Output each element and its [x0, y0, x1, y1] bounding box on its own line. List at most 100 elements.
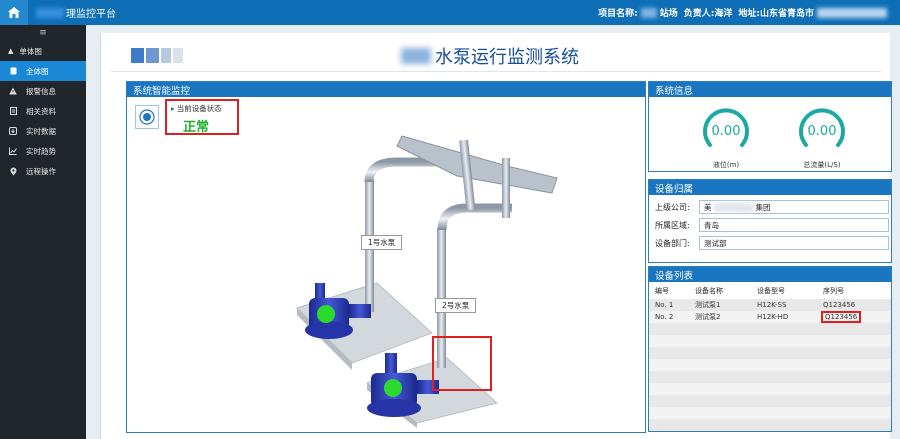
page-title: 水泵运行监测系统 — [401, 45, 579, 68]
sidebar-item-label: 全体图 — [26, 66, 49, 76]
smart-monitor-panel: 系统智能监控 ▸ 当前设备状态 正常 1号水泵 2号水泵 — [126, 81, 646, 433]
device-table: 编号 设备名称 设备型号 序列号 No. 1 测试泵1 H12K-SS Q123… — [649, 283, 891, 431]
sidebar-item-label: 实时趋势 — [26, 146, 56, 156]
sidebar-item-realtime-trend[interactable]: 实时趋势 — [0, 141, 86, 161]
column-header: 设备名称 — [695, 287, 723, 295]
cell-id: No. 2 — [655, 313, 674, 321]
empty-row — [649, 359, 891, 371]
sidebar-item-alarm-info[interactable]: 报警信息 — [0, 81, 86, 101]
device-status-label: ▸ 当前设备状态 — [171, 104, 222, 113]
page-title-text: 水泵运行监测系统 — [435, 47, 579, 68]
sidebar-toggle-button[interactable]: ≡ — [0, 25, 86, 41]
pump1-tag[interactable]: 1号水泵 — [361, 235, 403, 250]
table-row[interactable]: No. 2 测试泵2 H12K-HD Q123456 — [649, 311, 891, 323]
cell-model: H12K-HD — [757, 313, 789, 321]
device-status-box: ▸ 当前设备状态 正常 — [165, 99, 239, 135]
empty-row — [649, 371, 891, 383]
region-input[interactable]: 青岛 — [699, 218, 889, 232]
sidebar-item-overall-view[interactable]: 全体图 — [0, 61, 86, 81]
column-header: 设备型号 — [757, 287, 785, 295]
pump-illustration: 1号水泵 2号水泵 — [257, 118, 627, 428]
pump2-tag[interactable]: 2号水泵 — [435, 298, 477, 313]
location-icon — [8, 167, 18, 176]
redacted-block — [401, 48, 431, 64]
empty-row — [649, 407, 891, 419]
line-chart-icon — [8, 147, 18, 155]
owner-name: 海洋 — [714, 9, 733, 19]
department-field: 设备部门: 测试部 — [655, 236, 889, 250]
platform-title-text: 理监控平台 — [66, 9, 116, 20]
sidebar-item-label: 实时数据 — [26, 126, 56, 136]
empty-row — [649, 335, 891, 347]
pump1-status-indicator — [317, 305, 335, 323]
gauge-value: 0.00 — [711, 124, 741, 139]
redacted-block — [36, 7, 64, 18]
project-label: 项目名称: — [598, 9, 638, 19]
status-target-icon[interactable] — [135, 105, 159, 129]
panel-title: 设备归属 — [649, 180, 891, 195]
document-icon — [8, 67, 18, 75]
system-info-panel: 系统信息 0.00 液位(m) 0.00 总流量(L/S) — [648, 81, 892, 172]
sidebar: ≡ ▲ 单体图 全体图 报警信息 相关资料 实时数据 实时趋势 远程操作 — [0, 25, 86, 439]
download-icon — [8, 127, 18, 135]
warning-icon — [8, 87, 18, 95]
dashboard-canvas: 水泵运行监测系统 系统智能监控 ▸ 当前设备状态 正常 1号水泵 2号水泵 系统… — [100, 33, 892, 439]
cell-name: 测试泵2 — [695, 313, 721, 321]
panel-title: 系统信息 — [649, 82, 891, 97]
cell-model: H12K-SS — [757, 301, 787, 309]
chevron-up-icon: ▲ — [8, 47, 14, 55]
sidebar-item-label: 相关资料 — [26, 106, 56, 116]
sidebar-item-remote-operation[interactable]: 远程操作 — [0, 161, 86, 181]
caret-right-icon: ▸ — [171, 104, 175, 113]
owner-label: 负责人: — [683, 9, 715, 19]
empty-row — [649, 395, 891, 407]
file-text-icon — [8, 107, 18, 115]
home-button[interactable] — [0, 0, 28, 25]
cell-serial: Q123456 — [823, 301, 856, 309]
top-bar: 理监控平台 项目名称: 站场 负责人: 海洋 地址: 山东省青岛市 — [0, 0, 900, 25]
gauge-label: 总流量(L/S) — [803, 161, 841, 169]
panel-title: 系统智能监控 — [127, 82, 645, 97]
empty-row — [649, 383, 891, 395]
empty-row — [649, 419, 891, 431]
device-ownership-panel: 设备归属 上级公司: 美集团 所属区域: 青岛 设备部门: 测试部 — [648, 179, 892, 263]
project-suffix: 站场 — [659, 9, 678, 19]
region-field: 所属区域: 青岛 — [655, 218, 889, 232]
gauge-value: 0.00 — [807, 124, 837, 139]
sidebar-item-realtime-data[interactable]: 实时数据 — [0, 121, 86, 141]
field-label: 设备部门: — [655, 238, 690, 248]
empty-row — [649, 323, 891, 335]
sidebar-item-label: 单体图 — [19, 46, 42, 56]
cell-name: 测试泵1 — [695, 301, 721, 309]
sidebar-item-label: 报警信息 — [26, 86, 56, 96]
sidebar-item-single-view[interactable]: ▲ 单体图 — [0, 41, 86, 61]
column-header: 序列号 — [823, 287, 844, 295]
gauge-label: 液位(m) — [712, 161, 740, 169]
sidebar-item-label: 远程操作 — [26, 166, 56, 176]
field-label: 所属区域: — [655, 220, 690, 230]
device-status-value: 正常 — [183, 120, 210, 135]
empty-row — [649, 347, 891, 359]
parent-company-input[interactable]: 美集团 — [699, 200, 889, 214]
parent-company-field: 上级公司: 美集团 — [655, 200, 889, 214]
table-row[interactable]: No. 1 测试泵1 H12K-SS Q123456 — [649, 299, 891, 311]
pump2-highlight-box — [432, 336, 492, 391]
main-content: 水泵运行监测系统 系统智能监控 ▸ 当前设备状态 正常 1号水泵 2号水泵 系统… — [86, 25, 900, 439]
level-gauge: 0.00 液位(m) — [693, 104, 759, 170]
flow-gauge: 0.00 总流量(L/S) — [789, 104, 855, 170]
cell-id: No. 1 — [655, 301, 674, 309]
field-label: 上级公司: — [655, 202, 690, 212]
panel-title: 设备列表 — [649, 267, 891, 282]
cell-serial: Q123456 — [820, 311, 891, 323]
pump2-status-indicator — [384, 379, 402, 397]
address-value: 山东省青岛市 — [759, 9, 814, 19]
divider — [111, 71, 881, 72]
department-input[interactable]: 测试部 — [699, 236, 889, 250]
serial-highlight: Q123456 — [820, 311, 862, 323]
project-info: 项目名称: 站场 负责人: 海洋 地址: 山东省青岛市 — [598, 0, 890, 25]
column-header: 编号 — [655, 287, 669, 295]
company-logo — [131, 48, 183, 63]
redacted-block — [817, 7, 887, 18]
address-label: 地址: — [738, 9, 760, 19]
sidebar-item-related-docs[interactable]: 相关资料 — [0, 101, 86, 121]
